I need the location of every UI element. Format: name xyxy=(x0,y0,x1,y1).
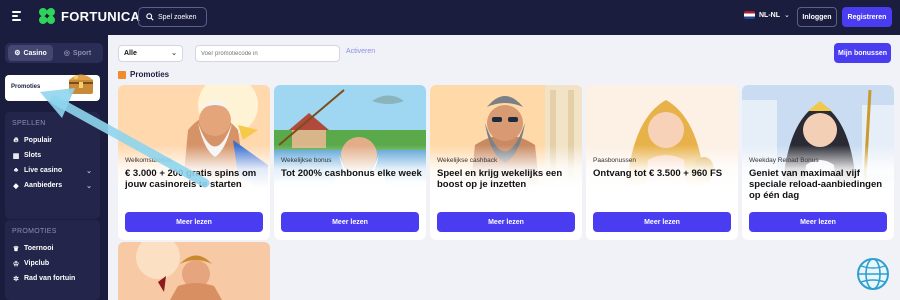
sidebar-item-label: Vipclub xyxy=(24,260,50,267)
globe-icon[interactable] xyxy=(855,256,891,292)
sidebar-item-wheel[interactable]: ✲ Rad van fortuin xyxy=(5,271,100,286)
card-headline: Tot 200% cashbonus elke week xyxy=(281,168,422,179)
flame-icon: 🔥︎ xyxy=(13,136,19,144)
casino-tab[interactable]: ⚙ Casino xyxy=(8,45,53,61)
search-games-label: Spel zoeken xyxy=(158,13,197,21)
sport-ball-icon: ◎ xyxy=(63,50,70,57)
card-kicker: Wekelijkse cashback xyxy=(437,157,498,164)
brand-name: FORTUNICA xyxy=(61,8,141,24)
promotions-menu-group: PROMOTIES ♛ Toernooi ♔ Vipclub ✲ Rad van… xyxy=(5,220,100,300)
games-group-title: SPELLEN xyxy=(12,120,46,127)
sport-tab[interactable]: ◎ Sport xyxy=(55,45,100,61)
sidebar: ⚙ Casino ◎ Sport Promoties SPELLEN 🔥︎ Po… xyxy=(0,35,108,300)
promo-card-weekly-bonus[interactable]: Wekelijkse bonus Tot 200% cashbonus elke… xyxy=(274,85,426,240)
sidebar-item-label: Slots xyxy=(24,152,42,159)
chevron-down-icon: ⌄ xyxy=(784,12,790,19)
crown-icon: ♔ xyxy=(12,260,20,268)
section-title-label: Promoties xyxy=(130,70,170,79)
sidebar-item-populair[interactable]: 🔥︎ Populair xyxy=(5,133,100,148)
login-button[interactable]: Inloggen xyxy=(797,7,837,27)
slot-machine-icon: ▦ xyxy=(12,152,20,160)
trophy-icon: ♛ xyxy=(12,245,20,253)
promo-card-partial[interactable] xyxy=(118,242,270,300)
card-headline: € 3.000 + 200 gratis spins om jouw casin… xyxy=(125,168,257,190)
filter-select-value: Alle xyxy=(124,50,137,57)
menu-icon[interactable] xyxy=(12,11,22,21)
search-games-button[interactable]: Spel zoeken xyxy=(138,7,207,27)
read-more-button[interactable]: Meer lezen xyxy=(749,212,887,232)
search-icon xyxy=(146,13,154,21)
card-kicker: Weekday Reload Bonus xyxy=(749,157,819,164)
promo-code-input[interactable] xyxy=(195,45,340,62)
chevron-down-icon: ⌄ xyxy=(171,50,177,57)
casino-sport-switch: ⚙ Casino ◎ Sport xyxy=(5,43,103,63)
clover-logo-icon xyxy=(37,6,57,26)
sidebar-promotions-label: Promoties xyxy=(11,84,41,90)
sport-tab-label: Sport xyxy=(72,49,92,57)
netherlands-flag-icon xyxy=(744,11,755,19)
sidebar-item-label: Toernooi xyxy=(24,245,54,252)
register-button[interactable]: Registreren xyxy=(842,7,892,27)
language-selector[interactable]: NL-NL ⌄ xyxy=(744,11,790,19)
sidebar-item-live-casino[interactable]: ♣ Live casino ⌄ xyxy=(5,163,100,178)
promotions-group-title: PROMOTIES xyxy=(12,228,57,235)
read-more-button[interactable]: Meer lezen xyxy=(281,212,419,232)
chevron-down-icon[interactable]: ⌄ xyxy=(86,182,92,190)
sidebar-item-label: Populair xyxy=(24,137,53,144)
sidebar-item-vipclub[interactable]: ♔ Vipclub xyxy=(5,256,100,271)
promo-card-weekday-reload[interactable]: Weekday Reload Bonus Geniet van maximaal… xyxy=(742,85,894,240)
card-kicker: Wekelijkse bonus xyxy=(281,157,332,164)
read-more-button[interactable]: Meer lezen xyxy=(437,212,575,232)
card-kicker: Welkomstbonus xyxy=(125,157,172,164)
sidebar-item-slots[interactable]: ▦ Slots xyxy=(5,148,100,163)
wheel-icon: ✲ xyxy=(13,275,19,283)
gift-icon xyxy=(118,70,126,79)
chevron-down-icon[interactable]: ⌄ xyxy=(86,167,92,175)
activate-button[interactable]: Activeren xyxy=(346,48,375,55)
sidebar-item-label: Rad van fortuin xyxy=(24,275,76,282)
card-headline: Geniet van maximaal vijf speciale reload… xyxy=(749,168,883,201)
promotion-filter-select[interactable]: Alle ⌄ xyxy=(118,45,183,62)
read-more-button[interactable]: Meer lezen xyxy=(125,212,263,232)
casino-tab-label: Casino xyxy=(23,49,47,57)
read-more-button[interactable]: Meer lezen xyxy=(593,212,731,232)
live-casino-icon: ♣ xyxy=(13,167,19,174)
sidebar-item-providers[interactable]: ◆ Aanbieders ⌄ xyxy=(5,178,100,193)
section-title: Promoties xyxy=(118,70,169,79)
brand-logo[interactable]: FORTUNICA xyxy=(37,6,141,26)
sidebar-item-tournament[interactable]: ♛ Toernooi xyxy=(5,241,100,256)
card-kicker: Paasbonussen xyxy=(593,157,637,164)
casino-chip-icon: ⚙ xyxy=(14,50,21,57)
card-headline: Ontvang tot € 3.500 + 960 FS xyxy=(593,168,723,179)
promo-card-welcome[interactable]: Welkomstbonus € 3.000 + 200 gratis spins… xyxy=(118,85,270,240)
games-menu-group: SPELLEN 🔥︎ Populair ▦ Slots ♣ Live casin… xyxy=(5,112,100,219)
top-bar: FORTUNICA Spel zoeken NL-NL ⌄ Inloggen R… xyxy=(0,0,900,35)
treasure-chest-icon xyxy=(69,74,93,94)
promo-card-weekly-cashback[interactable]: Wekelijkse cashback Speel en krijg wekel… xyxy=(430,85,582,240)
sidebar-item-label: Aanbieders xyxy=(24,182,63,189)
providers-icon: ◆ xyxy=(13,182,19,190)
my-bonuses-button[interactable]: Mijn bonussen xyxy=(834,43,891,63)
card-headline: Speel en krijg wekelijks een boost op je… xyxy=(437,168,563,190)
sidebar-item-label: Live casino xyxy=(24,167,63,174)
main-content: Alle ⌄ Activeren Mijn bonussen Promoties… xyxy=(108,35,900,300)
dionysus-illustration xyxy=(118,242,270,300)
promo-card-easter[interactable]: Paasbonussen Ontvang tot € 3.500 + 960 F… xyxy=(586,85,738,240)
language-label: NL-NL xyxy=(759,11,780,19)
